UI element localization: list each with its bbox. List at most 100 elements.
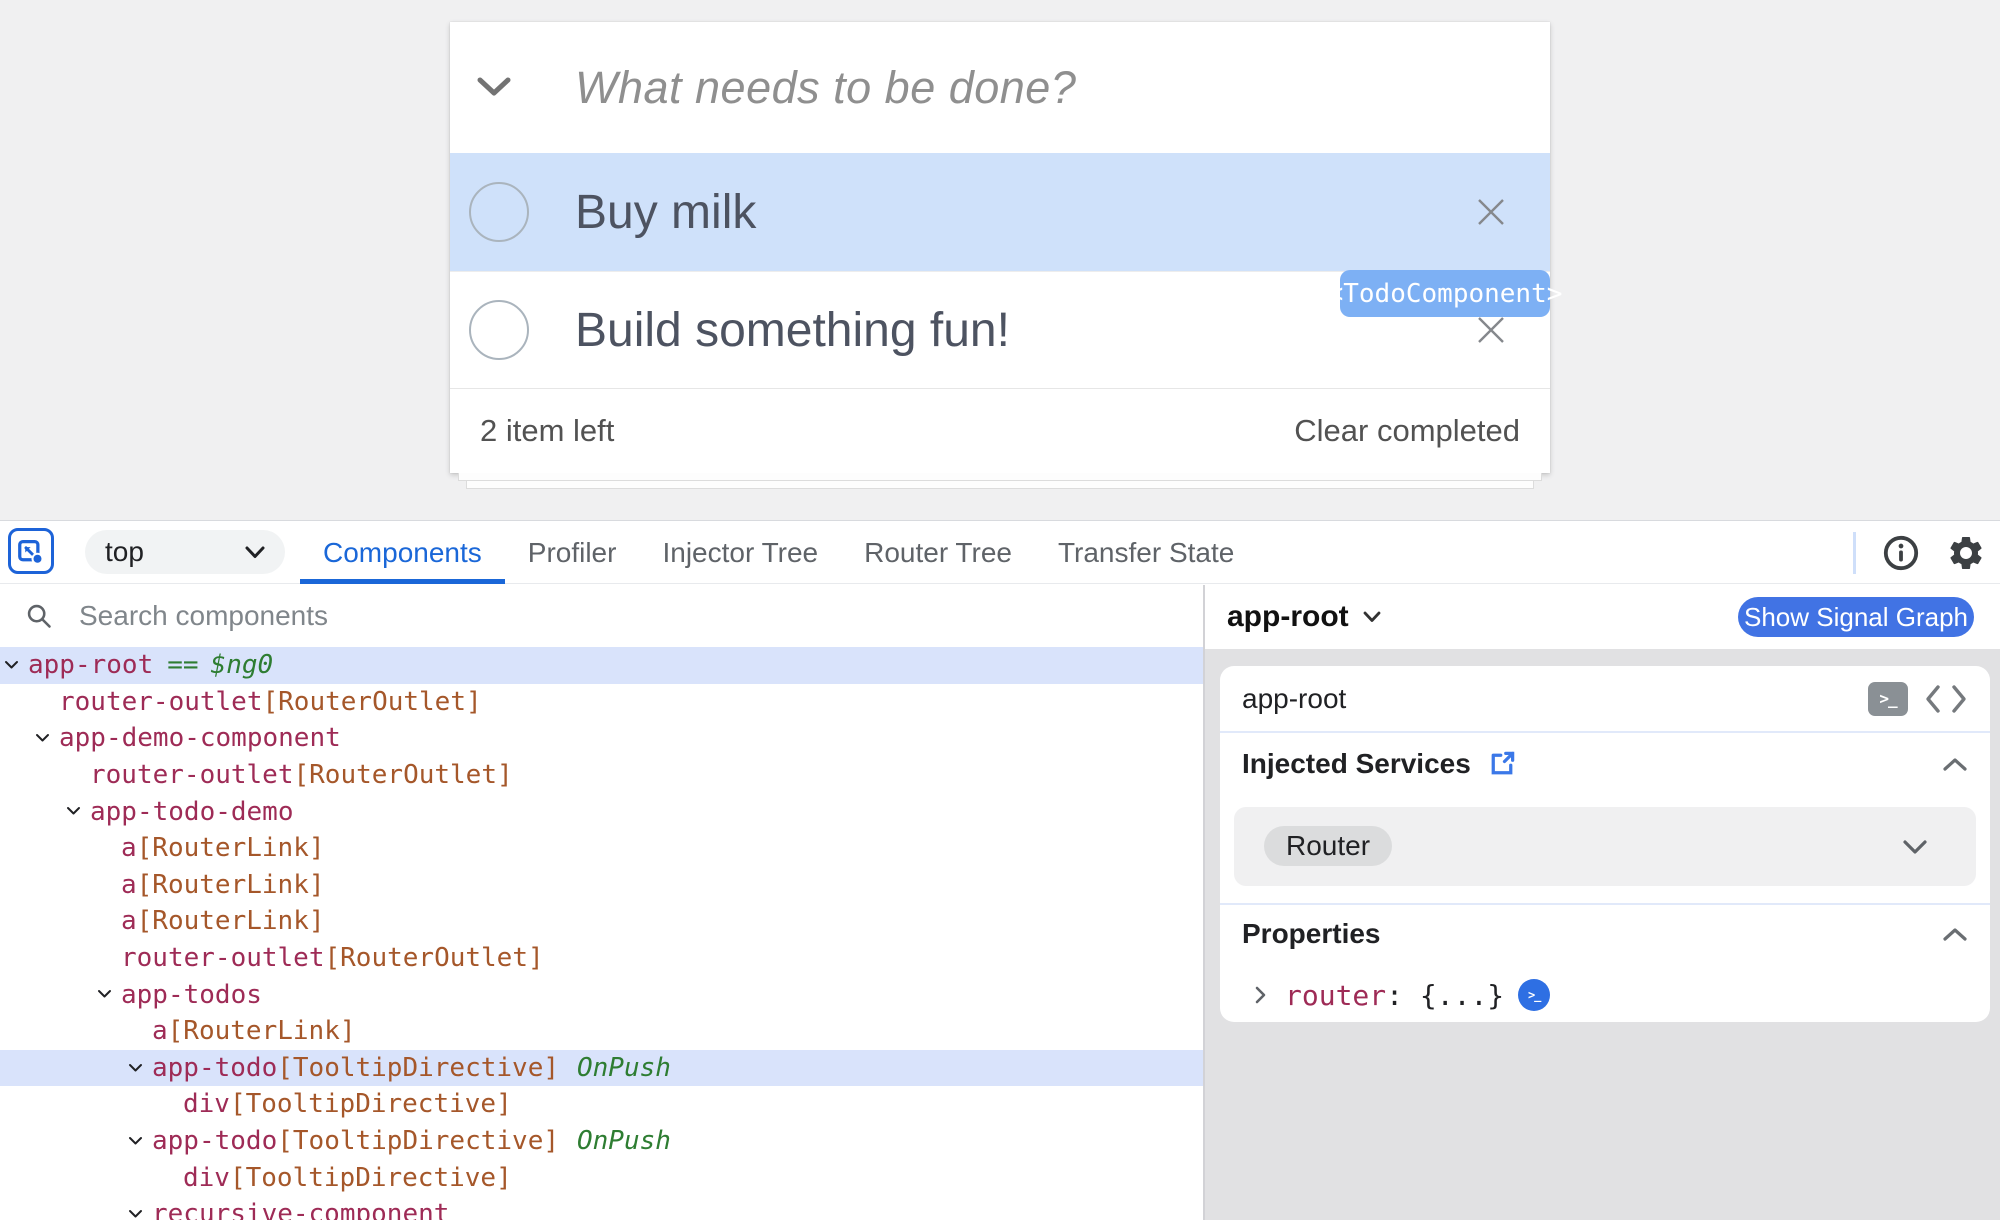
element-tag: router-outlet [59, 687, 263, 717]
properties-section-header: Properties [1242, 913, 1968, 955]
tab-components[interactable]: Components [300, 521, 505, 584]
devtools-toolbar: top Components Profiler Injector Tree Ro… [0, 521, 2000, 584]
log-to-console-icon[interactable]: >_ [1868, 682, 1908, 716]
element-tag: app-demo-component [59, 723, 341, 753]
components-panel: Search components app-root==$ng0router-o… [0, 585, 1203, 1220]
element-tag: router-outlet [90, 760, 294, 790]
toggle-all-chevron-icon[interactable] [476, 76, 512, 103]
directive-label: [RouterLink] [137, 833, 325, 863]
directive-label: [TooltipDirective] [277, 1126, 559, 1156]
expand-service-icon[interactable] [1902, 839, 1928, 855]
element-tag: recursive-component [152, 1199, 449, 1220]
service-chip-router[interactable]: Router [1264, 826, 1392, 866]
tree-row-div[interactable]: div[TooltipDirective] [0, 1086, 1203, 1123]
directive-label: [RouterLink] [168, 1016, 356, 1046]
tab-injector-tree[interactable]: Injector Tree [639, 521, 841, 584]
search-row[interactable]: Search components [0, 585, 1203, 647]
frame-selector-dropdown[interactable]: top [85, 530, 285, 574]
tree-row-router-outlet[interactable]: router-outlet[RouterOutlet] [0, 684, 1203, 721]
log-property-to-console-icon[interactable]: >_ [1518, 979, 1550, 1011]
stacked-paper-decoration [458, 473, 1542, 481]
directive-label: [TooltipDirective] [230, 1163, 512, 1193]
injected-services-label: Injected Services [1242, 748, 1471, 780]
angular-devtools: top Components Profiler Injector Tree Ro… [0, 520, 2000, 1220]
element-tag: a [152, 1016, 168, 1046]
todo-footer: 2 item left Clear completed [450, 388, 1550, 473]
chevron-down-icon [245, 546, 265, 559]
tree-row-app-demo-component[interactable]: app-demo-component [0, 720, 1203, 757]
tree-row-app-todo[interactable]: app-todo[TooltipDirective] OnPush [0, 1123, 1203, 1160]
devtools-tabs: Components Profiler Injector Tree Router… [300, 521, 1257, 584]
inspect-element-button[interactable] [8, 528, 54, 574]
panel-background: app-root >_ Injected Services [1205, 649, 2000, 1220]
expand-chevron-icon[interactable] [35, 733, 50, 743]
tree-row-router-outlet[interactable]: router-outlet[RouterOutlet] [0, 940, 1203, 977]
component-detail-card: app-root >_ Injected Services [1220, 666, 1990, 1022]
tree-row-a[interactable]: a[RouterLink] [0, 830, 1203, 867]
tree-row-a[interactable]: a[RouterLink] [0, 867, 1203, 904]
properties-panel: app-root Show Signal Graph app-root >_ [1203, 585, 2000, 1220]
tab-router-tree[interactable]: Router Tree [841, 521, 1035, 584]
element-tag: app-todo [152, 1126, 277, 1156]
tree-row-app-todo-demo[interactable]: app-todo-demo [0, 793, 1203, 830]
frame-selector-value: top [105, 536, 144, 568]
clear-completed-button[interactable]: Clear completed [1294, 389, 1520, 473]
chevron-down-icon[interactable] [1363, 611, 1381, 623]
show-signal-graph-button[interactable]: Show Signal Graph [1738, 597, 1974, 637]
directive-label: [RouterOutlet] [294, 760, 513, 790]
expand-chevron-icon[interactable] [66, 806, 81, 816]
todo-item-buy-milk[interactable]: Buy milk [450, 153, 1550, 271]
element-tag: a [121, 870, 137, 900]
collapse-section-icon[interactable] [1942, 927, 1968, 942]
detail-component-title: app-root [1242, 683, 1868, 715]
new-todo-input[interactable]: What needs to be done? [575, 22, 1076, 153]
component-inspect-badge: <TodoComponent> [1340, 270, 1550, 317]
info-icon[interactable] [1882, 534, 1920, 572]
property-key[interactable]: router [1285, 979, 1386, 1012]
search-input[interactable]: Search components [79, 600, 328, 632]
directive-label: [TooltipDirective] [277, 1053, 559, 1083]
element-tag: app-todo-demo [90, 797, 294, 827]
section-divider [1220, 903, 1990, 905]
property-value: : {...} [1386, 979, 1504, 1012]
tree-row-a[interactable]: a[RouterLink] [0, 1013, 1203, 1050]
tree-row-div[interactable]: div[TooltipDirective] [0, 1159, 1203, 1196]
toolbar-right [1853, 521, 1986, 584]
tab-transfer-state[interactable]: Transfer State [1035, 521, 1257, 584]
tab-profiler[interactable]: Profiler [505, 521, 640, 584]
external-link-icon[interactable] [1487, 749, 1517, 779]
expand-property-icon[interactable] [1254, 985, 1267, 1005]
expand-chevron-icon[interactable] [128, 1209, 143, 1219]
expand-chevron-icon[interactable] [4, 660, 19, 670]
expand-chevron-icon[interactable] [97, 989, 112, 999]
directive-label: [TooltipDirective] [230, 1089, 512, 1119]
tree-row-router-outlet[interactable]: router-outlet[RouterOutlet] [0, 757, 1203, 794]
todo-item-label: Buy milk [575, 153, 756, 271]
tree-row-a[interactable]: a[RouterLink] [0, 903, 1203, 940]
onpush-badge: OnPush [577, 1126, 671, 1156]
element-tag: app-todos [121, 980, 262, 1010]
todo-app: What needs to be done? Buy milk Build so… [0, 0, 2000, 520]
console-reference: ==$ng0 [167, 650, 273, 680]
expand-chevron-icon[interactable] [128, 1063, 143, 1073]
view-source-icon[interactable] [1924, 684, 1968, 714]
component-tree: app-root==$ng0router-outlet[RouterOutlet… [0, 647, 1203, 1220]
tree-row-app-root[interactable]: app-root==$ng0 [0, 647, 1203, 684]
todo-checkbox-icon[interactable] [469, 300, 529, 360]
todo-card: What needs to be done? Buy milk Build so… [450, 22, 1550, 473]
delete-todo-icon[interactable] [1468, 189, 1514, 235]
expand-chevron-icon[interactable] [128, 1136, 143, 1146]
detail-card-header: app-root >_ [1220, 666, 1990, 733]
collapse-section-icon[interactable] [1942, 757, 1968, 772]
todo-checkbox-icon[interactable] [469, 182, 529, 242]
element-tag: div [183, 1089, 230, 1119]
tree-row-recursive-component[interactable]: recursive-component [0, 1196, 1203, 1220]
tree-row-app-todos[interactable]: app-todos [0, 976, 1203, 1013]
injected-services-section-header: Injected Services [1242, 743, 1968, 785]
settings-gear-icon[interactable] [1946, 533, 1986, 573]
items-left-count: 2 item left [480, 389, 614, 473]
devtools-body: Search components app-root==$ng0router-o… [0, 585, 2000, 1220]
tree-row-app-todo[interactable]: app-todo[TooltipDirective]OnPush [0, 1050, 1203, 1087]
toolbar-divider [1853, 532, 1856, 574]
properties-label: Properties [1242, 918, 1381, 950]
